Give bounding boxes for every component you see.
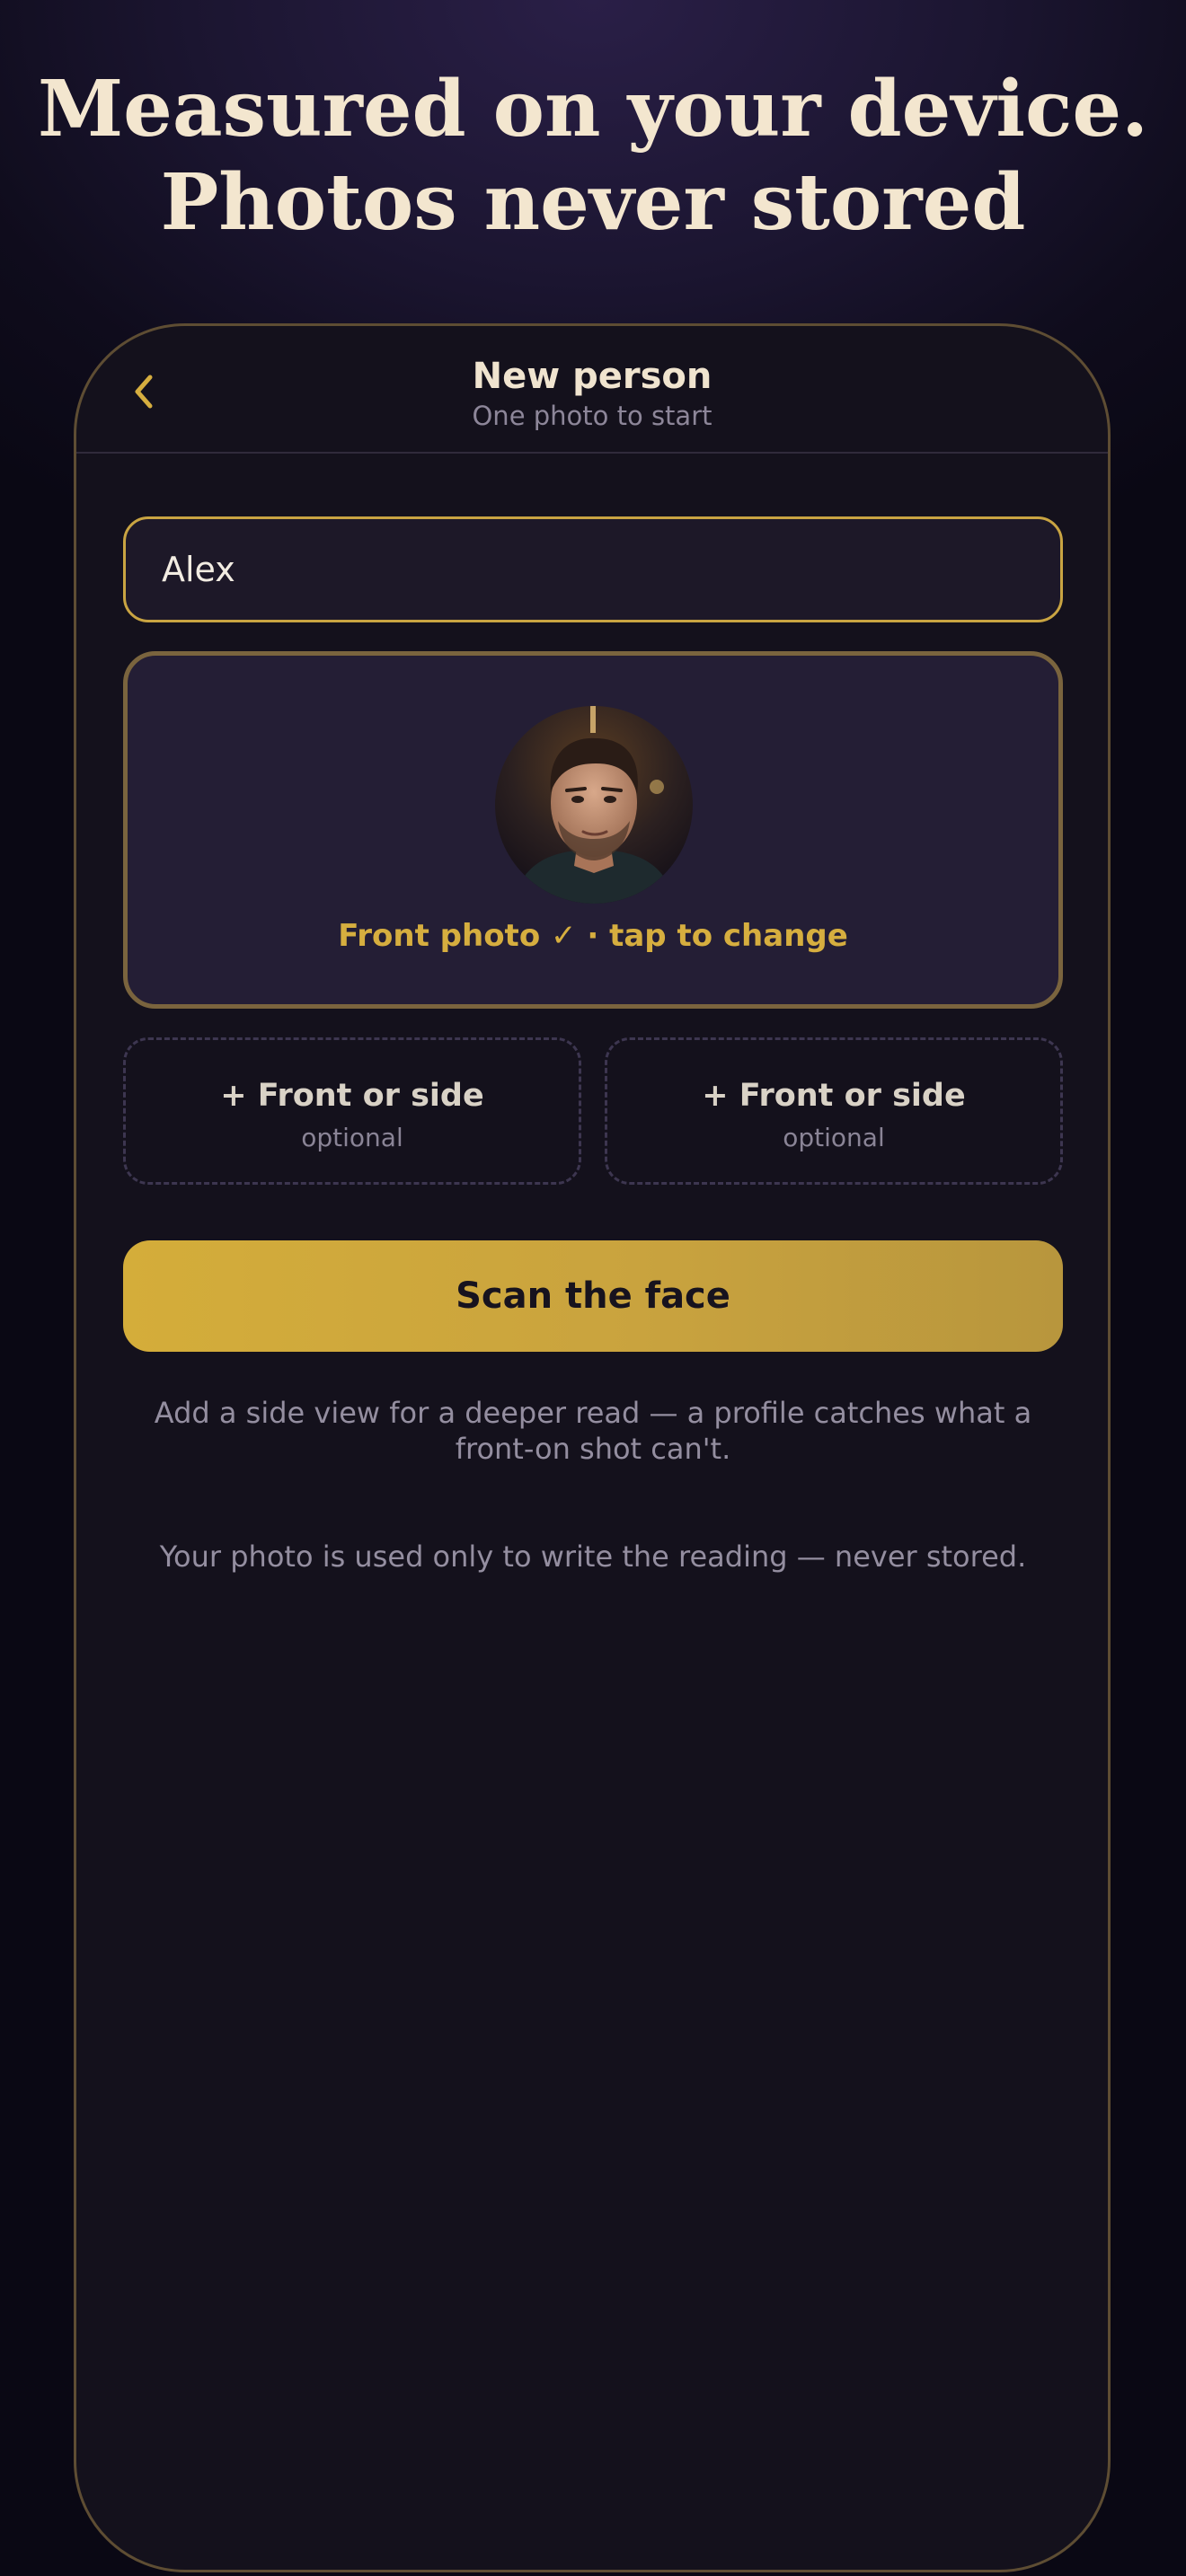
phone-screen: New person One photo to start Alex Front… <box>74 323 1111 2572</box>
add-photo-slot-1[interactable]: + Front or side optional <box>123 1037 581 1185</box>
headline-line-2: Photos never stored <box>160 157 1026 248</box>
side-view-hint: Add a side view for a deeper read — a pr… <box>154 1396 1032 1466</box>
slot-sublabel: optional <box>783 1123 885 1152</box>
name-input[interactable] <box>123 516 1063 622</box>
front-photo-card[interactable]: Front photo ✓ · tap to change <box>123 651 1063 1009</box>
scan-face-button[interactable]: Scan the face <box>123 1240 1063 1352</box>
photo-status-caption: Front photo ✓ · tap to change <box>338 918 848 954</box>
privacy-note: Your photo is used only to write the rea… <box>159 1539 1027 1574</box>
headline-line-1: Measured on your device. <box>37 64 1149 154</box>
slot-sublabel: optional <box>301 1123 403 1152</box>
page-subtitle: One photo to start <box>472 401 712 431</box>
page-title: New person <box>472 356 712 397</box>
headline: Measured on your device. Photos never st… <box>0 63 1186 250</box>
screen-header: New person One photo to start <box>76 326 1108 454</box>
slot-label: + Front or side <box>702 1078 966 1114</box>
slot-label: + Front or side <box>220 1078 484 1114</box>
face-photo-thumbnail <box>495 706 693 904</box>
add-photo-slot-2[interactable]: + Front or side optional <box>605 1037 1063 1185</box>
